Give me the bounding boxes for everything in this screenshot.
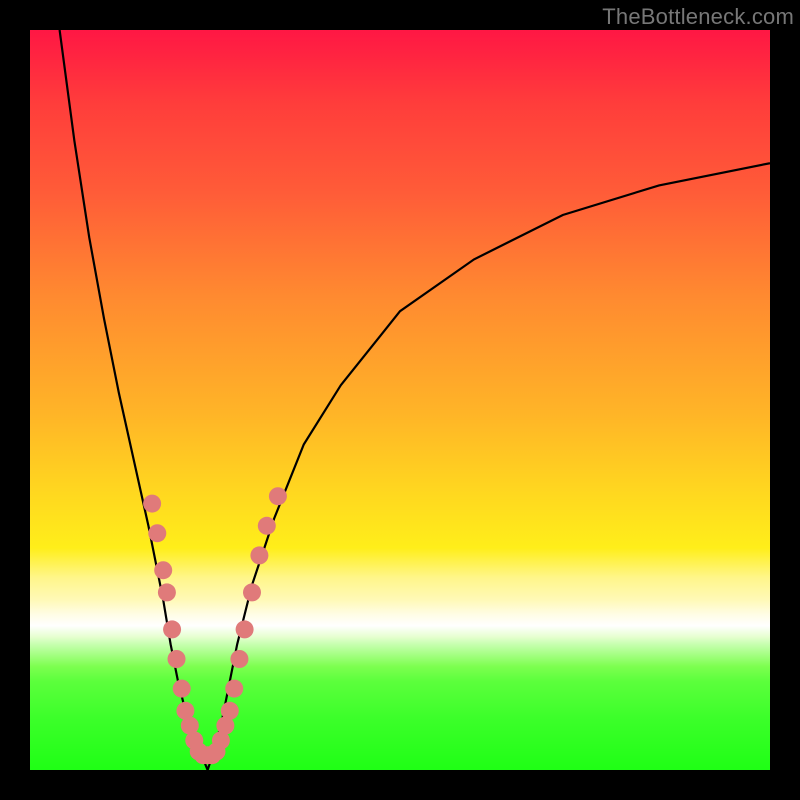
scatter-dot <box>225 680 243 698</box>
scatter-dot <box>236 620 254 638</box>
scatter-dot <box>243 583 261 601</box>
curve-right <box>208 163 770 770</box>
scatter-dot <box>148 524 166 542</box>
scatter-dot <box>250 546 268 564</box>
scatter-dot <box>158 583 176 601</box>
scatter-dots <box>143 487 287 764</box>
chart-svg <box>30 30 770 770</box>
scatter-dot <box>269 487 287 505</box>
scatter-dot <box>163 620 181 638</box>
scatter-dot <box>173 680 191 698</box>
scatter-dot <box>168 650 186 668</box>
scatter-dot <box>221 702 239 720</box>
chart-container: TheBottleneck.com <box>0 0 800 800</box>
plot-area <box>30 30 770 770</box>
scatter-dot <box>230 650 248 668</box>
scatter-dot <box>258 517 276 535</box>
watermark-text: TheBottleneck.com <box>602 4 794 30</box>
scatter-dot <box>143 495 161 513</box>
scatter-dot <box>154 561 172 579</box>
